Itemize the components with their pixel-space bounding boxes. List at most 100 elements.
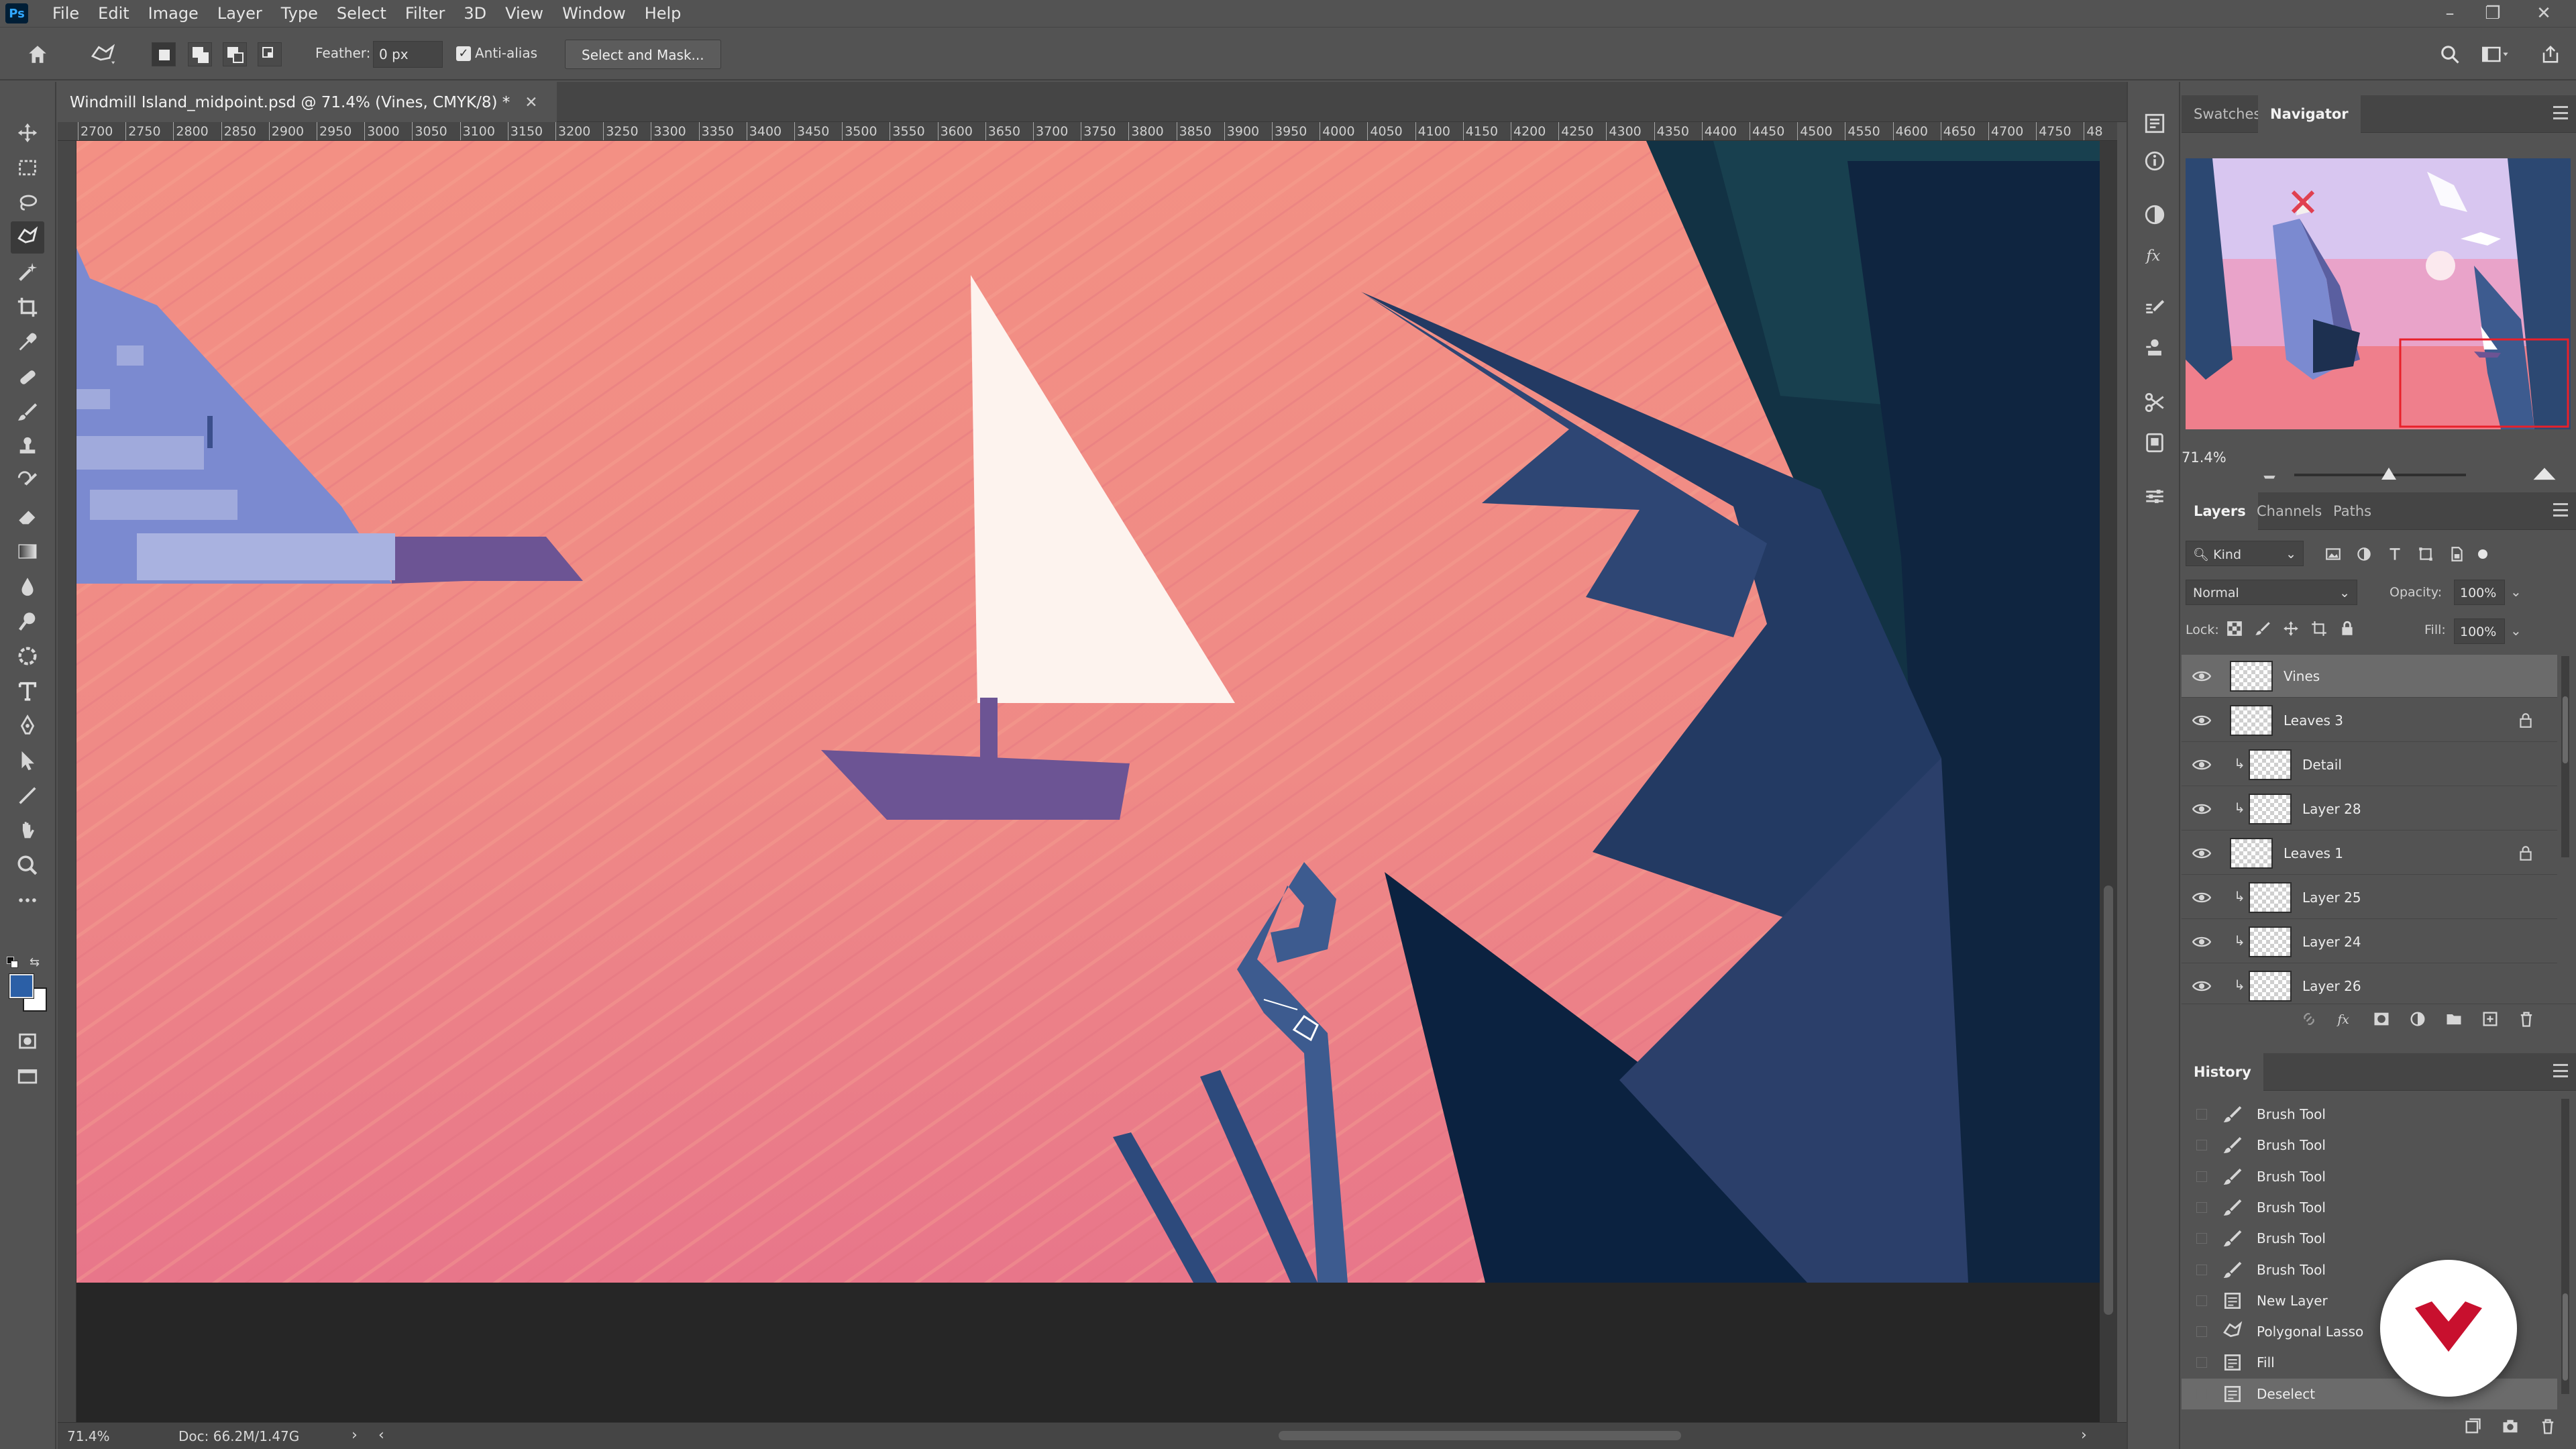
quick-mask-button[interactable] xyxy=(11,1025,44,1057)
properties-panel-button[interactable] xyxy=(2140,109,2169,138)
menu-3d[interactable]: 3D xyxy=(454,4,496,23)
navigator-zoom-readout[interactable]: 71.4% xyxy=(2182,449,2226,466)
history-panel-menu-icon[interactable] xyxy=(2553,1064,2568,1077)
lock-pixels-icon[interactable] xyxy=(2254,620,2271,637)
libraries-panel-button[interactable] xyxy=(2140,428,2169,458)
tab-navigator[interactable]: Navigator xyxy=(2258,95,2361,133)
panel-menu-icon[interactable] xyxy=(2553,106,2568,119)
subtract-selection-button[interactable] xyxy=(223,42,247,66)
history-state[interactable]: Brush Tool xyxy=(2182,1254,2557,1285)
menu-type[interactable]: Type xyxy=(272,4,327,23)
lock-all-icon[interactable] xyxy=(2339,620,2356,637)
lock-transparency-icon[interactable] xyxy=(2226,620,2243,637)
adjustments-panel-button[interactable] xyxy=(2140,200,2169,229)
close-tab-icon[interactable]: ✕ xyxy=(525,94,537,111)
layer-row[interactable]: ↳ Layer 28 xyxy=(2182,788,2557,830)
new-selection-button[interactable] xyxy=(152,42,176,66)
hand-tool[interactable] xyxy=(11,814,44,847)
layer-row[interactable]: ↳ Layer 25 xyxy=(2182,876,2557,919)
eyedropper-tool[interactable] xyxy=(11,326,44,358)
screen-mode-button[interactable] xyxy=(11,1060,44,1092)
lock-position-icon[interactable] xyxy=(2282,620,2300,637)
layer-name[interactable]: Vines xyxy=(2284,668,2320,684)
layer-row[interactable]: ↳ Layer 26 xyxy=(2182,965,2557,1008)
visibility-eye-icon[interactable] xyxy=(2192,890,2211,906)
layer-name[interactable]: Detail xyxy=(2302,757,2342,773)
tab-paths[interactable]: Paths xyxy=(2321,492,2383,530)
history-list[interactable]: Brush Tool Brush Tool Brush Tool Brush Tool… xyxy=(2182,1095,2576,1410)
smart-object-filter-icon[interactable] xyxy=(2447,545,2466,563)
layer-name[interactable]: Leaves 3 xyxy=(2284,712,2343,729)
history-source-checkbox[interactable] xyxy=(2196,1388,2207,1399)
history-scrollbar[interactable] xyxy=(2561,1099,2569,1394)
navigator-zoom-slider[interactable] xyxy=(2294,468,2466,480)
history-source-checkbox[interactable] xyxy=(2196,1109,2207,1120)
gradient-tool[interactable] xyxy=(11,535,44,568)
blur-tool[interactable] xyxy=(11,570,44,602)
history-source-checkbox[interactable] xyxy=(2196,1357,2207,1368)
pen-tool[interactable] xyxy=(11,710,44,742)
tab-history[interactable]: History xyxy=(2182,1053,2263,1091)
clone-stamp-tool[interactable] xyxy=(11,431,44,463)
home-button[interactable] xyxy=(19,40,56,69)
history-source-checkbox[interactable] xyxy=(2196,1171,2207,1182)
layer-comps-panel-button[interactable] xyxy=(2140,482,2169,511)
vertical-scrollbar[interactable] xyxy=(2100,141,2117,1430)
menu-filter[interactable]: Filter xyxy=(396,4,454,23)
intersect-selection-button[interactable] xyxy=(258,42,282,66)
layer-name[interactable]: Leaves 1 xyxy=(2284,845,2343,861)
history-source-checkbox[interactable] xyxy=(2196,1140,2207,1151)
brush-settings-panel-button[interactable] xyxy=(2140,294,2169,323)
layers-panel-menu-icon[interactable] xyxy=(2553,503,2568,517)
navigator-preview[interactable] xyxy=(2186,158,2571,429)
layer-row[interactable]: ↳ Layer 24 xyxy=(2182,920,2557,963)
swap-colors-icon[interactable]: ⇆ xyxy=(30,955,44,969)
move-tool[interactable] xyxy=(11,117,44,149)
layers-scroll-thumb[interactable] xyxy=(2563,696,2568,763)
crop-tool[interactable] xyxy=(11,291,44,323)
visibility-eye-icon[interactable] xyxy=(2192,934,2211,950)
shape-layer-filter-icon[interactable] xyxy=(2416,545,2435,563)
history-state[interactable]: Brush Tool xyxy=(2182,1099,2557,1130)
layers-list[interactable]: Vines Leaves 3 ↳ Detail ↳ Layer 28 Leaves 1 ↳ La… xyxy=(2182,652,2576,1102)
new-group-icon[interactable] xyxy=(2445,1010,2463,1028)
zoom-readout[interactable]: 71.4% xyxy=(67,1428,110,1444)
polygonal-lasso-tool[interactable] xyxy=(11,221,44,254)
layer-row[interactable]: Leaves 3 xyxy=(2182,699,2557,742)
menu-view[interactable]: View xyxy=(496,4,553,23)
history-state[interactable]: Brush Tool xyxy=(2182,1192,2557,1223)
share-button[interactable] xyxy=(2536,40,2565,69)
scroll-right-arrow-icon[interactable]: › xyxy=(2081,1427,2087,1444)
layer-name[interactable]: Layer 24 xyxy=(2302,934,2361,950)
pixel-layer-filter-icon[interactable] xyxy=(2324,545,2343,563)
blend-mode-select[interactable]: Normal ⌄ xyxy=(2186,580,2357,605)
line-tool[interactable] xyxy=(11,780,44,812)
adjustment-layer-filter-icon[interactable] xyxy=(2355,545,2373,563)
horizontal-scroll-thumb[interactable] xyxy=(1279,1431,1681,1440)
history-state[interactable]: Deselect xyxy=(2182,1378,2557,1409)
vertical-scroll-thumb[interactable] xyxy=(2104,885,2113,1315)
history-state[interactable]: Brush Tool xyxy=(2182,1130,2557,1161)
default-colors-icon[interactable] xyxy=(7,957,19,969)
menu-window[interactable]: Window xyxy=(553,4,635,23)
menu-file[interactable]: File xyxy=(43,4,89,23)
history-source-checkbox[interactable] xyxy=(2196,1233,2207,1244)
layer-name[interactable]: Layer 25 xyxy=(2302,890,2361,906)
menu-layer[interactable]: Layer xyxy=(208,4,272,23)
navigator-zoom-knob[interactable] xyxy=(2381,468,2396,480)
visibility-eye-icon[interactable] xyxy=(2192,801,2211,817)
opacity-dropdown-icon[interactable]: ⌄ xyxy=(2510,584,2522,600)
fill-input[interactable]: 100% xyxy=(2454,619,2505,644)
feather-input[interactable]: 0 px xyxy=(373,41,443,68)
history-source-checkbox[interactable] xyxy=(2196,1201,2207,1213)
scroll-left-arrow-icon[interactable]: ‹ xyxy=(378,1427,384,1444)
opacity-input[interactable]: 100% xyxy=(2454,580,2505,605)
antialias-checkbox[interactable]: ✓ xyxy=(456,46,471,61)
fx-add-style-icon[interactable]: fx xyxy=(2336,1010,2355,1028)
history-source-checkbox[interactable] xyxy=(2196,1295,2207,1306)
brush-tool[interactable] xyxy=(11,396,44,428)
menu-help[interactable]: Help xyxy=(635,4,691,23)
visibility-eye-icon[interactable] xyxy=(2192,712,2211,729)
eraser-tool[interactable] xyxy=(11,500,44,533)
menu-select[interactable]: Select xyxy=(327,4,396,23)
